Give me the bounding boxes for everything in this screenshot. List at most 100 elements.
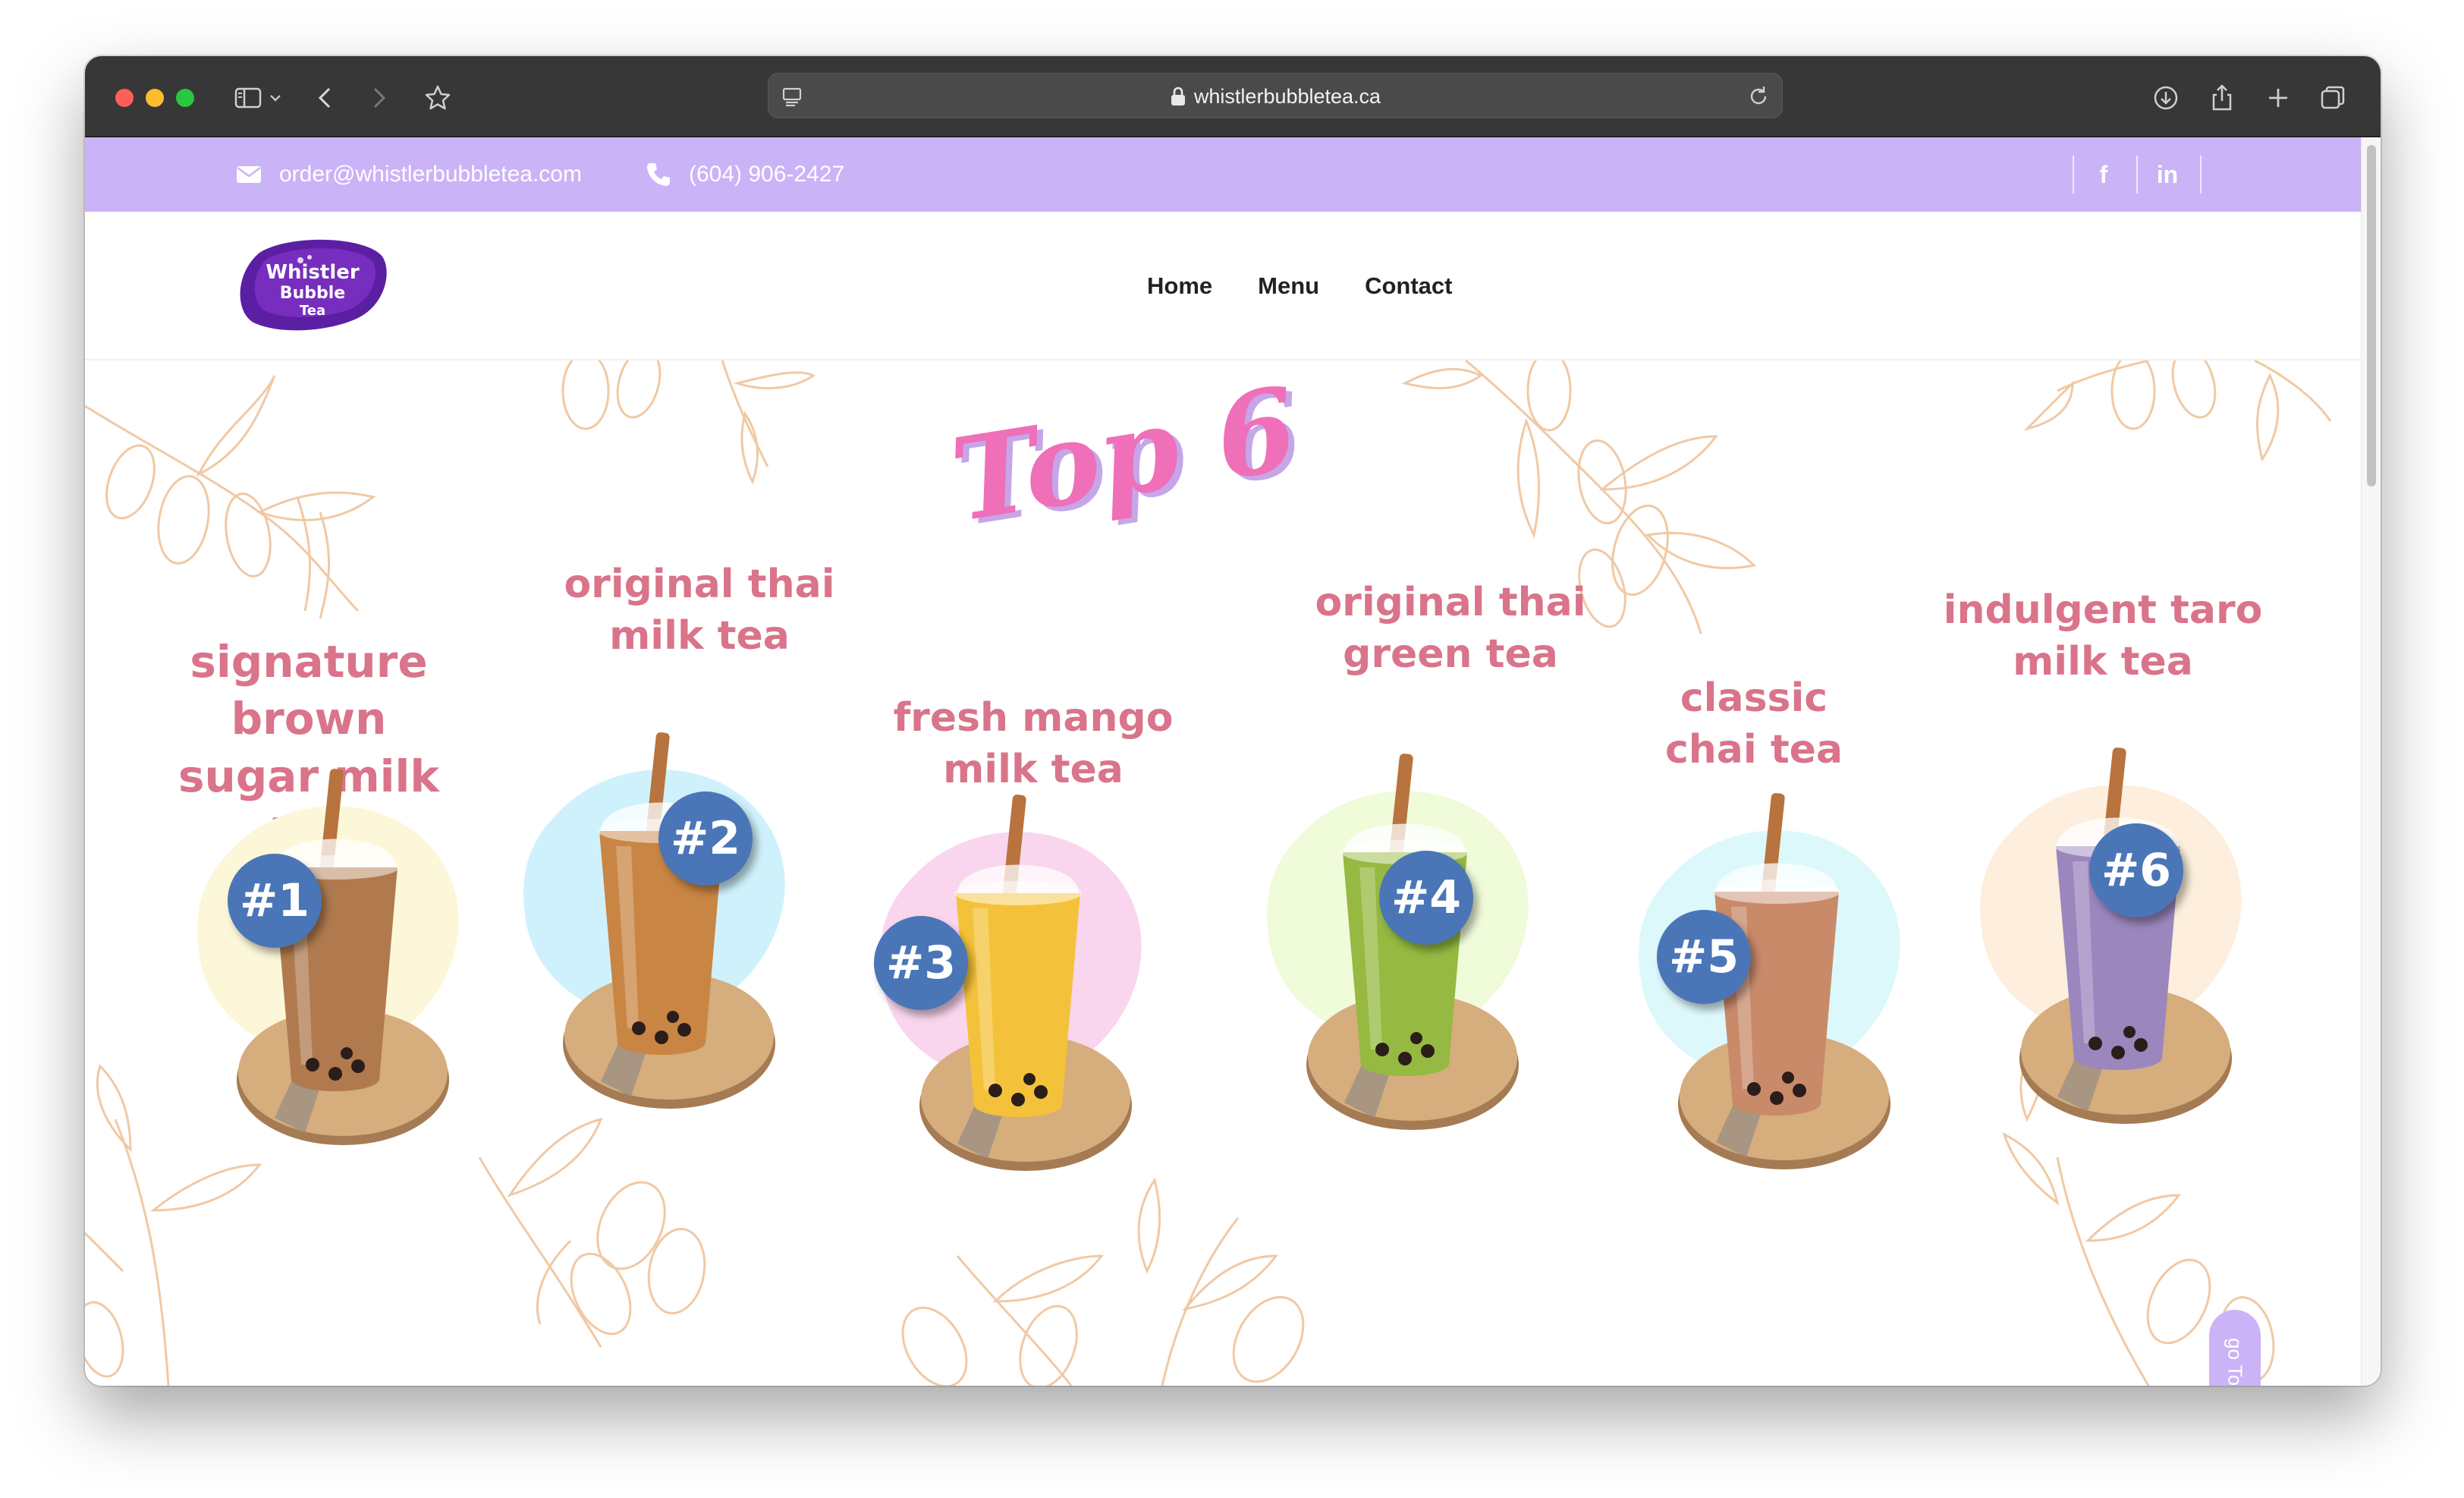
phone-link[interactable]: (604) 906-2427 [645,137,844,212]
drink-5-title: classic chai tea [1655,673,1853,776]
drink-2-title-line1: original thai [564,562,835,607]
tapioca-pearl [1011,1093,1025,1106]
rank-badge-2-text: #2 [670,812,741,865]
phone-text: (604) 906-2427 [689,162,845,187]
tapioca-pearl [1410,1032,1422,1044]
cup-rim [954,881,1082,905]
bubble-tea-cup-illustration [1980,747,2242,1124]
tapioca-pearl [1782,1072,1794,1084]
new-tab-icon[interactable] [2259,79,2297,117]
bubble-tea-cup-illustration [1267,754,1529,1130]
tapioca-pearl [306,1058,319,1072]
drink-3-title-line1: fresh mango [893,695,1174,741]
browser-window: whistlerbubbletea.ca order@whistlerbubbl… [85,56,2381,1386]
address-bar[interactable]: whistlerbubbletea.ca [768,73,1783,118]
logo-text-tea: Tea [300,303,325,319]
scrollbar-thumb[interactable] [2367,145,2376,486]
url-text: whistlerbubbletea.ca [1193,84,1381,108]
top-six-heading: Top 6 [943,362,1348,637]
minimize-window-button[interactable] [146,89,164,107]
tapioca-pearl [351,1059,365,1073]
tapioca-pearl [1034,1085,1048,1099]
rank-badge-5-text: #5 [1668,930,1740,983]
close-window-button[interactable] [115,89,134,107]
drink-6-title-line1: indulgent taro [1943,587,2263,633]
tapioca-pearl [667,1011,679,1023]
drink-5-title-line1: classic [1680,675,1828,721]
linkedin-icon[interactable]: in [2136,156,2198,194]
page-viewport: order@whistlerbubbletea.com (604) 906-24… [85,137,2361,1386]
drink-4-title-line2: green tea [1343,631,1558,677]
tapioca-pearl [1770,1091,1784,1105]
facebook-glyph: f [2099,160,2108,188]
browser-toolbar: whistlerbubbletea.ca [85,56,2381,137]
drink-1-title-line1: signature brown [190,636,428,745]
nav-contact[interactable]: Contact [1365,272,1452,300]
tapioca-pearl [677,1023,691,1037]
bookmark-star-icon[interactable] [419,79,457,117]
tapioca-pearl [341,1047,353,1059]
bubble-tea-cup-illustration [1639,793,1900,1169]
drink-5-title-line2: chai tea [1664,726,1843,773]
email-link[interactable]: order@whistlerbubbletea.com [235,137,582,212]
go-to-top-label: go To Top [2224,1338,2247,1386]
tapioca-pearl [632,1021,646,1035]
drink-6-title-line2: milk tea [2013,638,2193,684]
tapioca-pearl [1398,1052,1412,1065]
rank-badge-3-text: #3 [885,936,957,990]
logo-text-bubble: Bubble [280,284,345,303]
tapioca-pearl [655,1031,668,1044]
rank-badge-5: #5 [1657,910,1751,1004]
url-display: whistlerbubbletea.ca [768,74,1782,119]
zoom-window-button[interactable] [176,89,194,107]
tapioca-pearl [328,1067,342,1081]
nav-menu[interactable]: Menu [1258,272,1319,300]
tapioca-pearl [2134,1038,2148,1052]
reload-icon[interactable] [1746,83,1771,109]
drink-6-title: indulgent taro milk tea [1936,585,2270,688]
email-text: order@whistlerbubbletea.com [279,162,582,187]
download-icon[interactable] [2147,79,2185,117]
go-to-top-button[interactable]: go To Top [2209,1310,2261,1386]
linkedin-glyph: in [2156,160,2179,188]
back-icon[interactable] [306,79,344,117]
tapioca-pearl [988,1084,1002,1097]
tapioca-pearl [2123,1026,2136,1038]
nav-home[interactable]: Home [1147,272,1212,300]
drink-4-title-line1: original thai [1315,580,1586,625]
whistler-bubble-tea-logo[interactable]: Whistler Bubble Tea [237,238,388,333]
drink-3-title: fresh mango milk tea [889,693,1177,795]
rank-badge-3: #3 [874,916,968,1010]
bubble-tea-cup-illustration [523,732,785,1109]
envelope-icon [237,166,261,183]
cup-rim [1713,880,1840,904]
forward-icon[interactable] [360,79,398,117]
drink-2-title: original thai milk tea [555,559,844,662]
rank-badge-1: #1 [228,854,322,948]
tapioca-pearl [2088,1037,2102,1050]
rank-badge-2: #2 [658,791,753,886]
tapioca-pearl [1421,1044,1435,1058]
contact-bar: order@whistlerbubbletea.com (604) 906-24… [85,137,2361,212]
tapioca-pearl [1375,1043,1389,1056]
top-six-section: Top 6 signature brown sugar milk tea ori… [85,360,2361,1386]
page-scrollbar[interactable] [2361,137,2381,1386]
chevron-down-icon[interactable] [264,79,287,117]
bubble-tea-cup-illustration [197,769,459,1145]
tabs-overview-icon[interactable] [2314,79,2352,117]
share-icon[interactable] [2203,79,2241,117]
main-nav: Home Menu Contact [1147,212,1452,360]
phone-icon [647,163,670,186]
drink-4-title: original thai green tea [1299,577,1602,680]
rank-badge-4-text: #4 [1391,871,1462,924]
sidebar-icon[interactable] [229,79,267,117]
facebook-icon[interactable]: f [2073,156,2135,194]
rank-badge-6-text: #6 [2101,844,2172,897]
tapioca-pearl [1793,1084,1806,1097]
tapioca-pearl [2111,1046,2125,1059]
lock-icon [1171,87,1185,105]
tapioca-pearl [1023,1073,1036,1085]
tapioca-pearl [1747,1082,1761,1096]
rank-badge-6: #6 [2089,823,2183,917]
drink-2-title-line2: milk tea [609,612,790,659]
